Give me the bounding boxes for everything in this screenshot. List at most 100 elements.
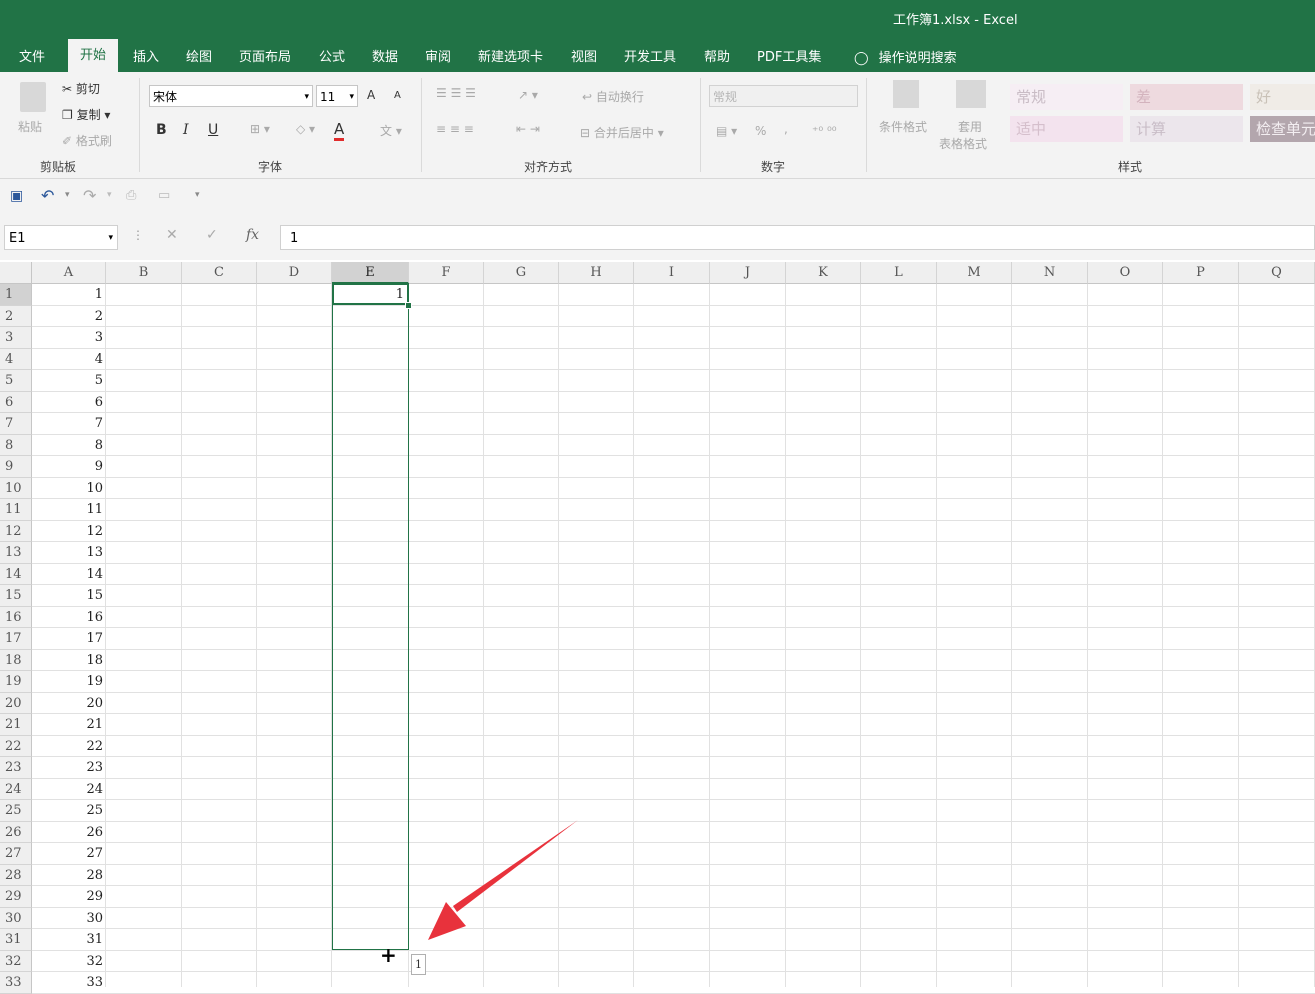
row-header[interactable]: 4 xyxy=(0,348,32,370)
shrink-font-button[interactable]: A xyxy=(394,90,401,101)
row-header[interactable]: 32 xyxy=(0,950,32,972)
style-neutral[interactable]: 适中 xyxy=(1010,116,1123,142)
font-name-select[interactable]: 宋体 ▾ xyxy=(149,85,313,107)
tab-new-tab[interactable]: 新建选项卡 xyxy=(478,46,543,65)
row-header[interactable]: 15 xyxy=(0,585,32,607)
border-icon[interactable]: ⊞ ▾ xyxy=(250,122,270,136)
column-header-a[interactable]: A xyxy=(32,262,106,284)
table-format-line2[interactable]: 表格格式 xyxy=(939,135,987,152)
cell-a[interactable]: 23 xyxy=(32,757,103,778)
cell-a[interactable]: 2 xyxy=(32,306,103,327)
row-header[interactable]: 23 xyxy=(0,757,32,779)
tab-formulas[interactable]: 公式 xyxy=(319,46,345,65)
format-painter-button[interactable]: ✐ 格式刷 xyxy=(62,132,112,149)
chevron-down-icon[interactable]: ▾ xyxy=(107,190,112,200)
row-header[interactable]: 9 xyxy=(0,456,32,478)
cell-a[interactable]: 18 xyxy=(32,650,103,671)
tab-data[interactable]: 数据 xyxy=(372,46,398,65)
row-header[interactable]: 12 xyxy=(0,520,32,542)
column-header-o[interactable]: O xyxy=(1088,262,1163,284)
tab-view[interactable]: 视图 xyxy=(571,46,597,65)
paste-button[interactable]: 粘贴 xyxy=(18,118,42,135)
comma-button[interactable]: , xyxy=(784,122,788,136)
cell-a[interactable]: 21 xyxy=(32,714,103,735)
cell-a[interactable]: 22 xyxy=(32,736,103,757)
font-size-select[interactable]: 11 ▾ xyxy=(316,85,358,107)
column-header-p[interactable]: P xyxy=(1163,262,1239,284)
row-header[interactable]: 17 xyxy=(0,628,32,650)
cell-a[interactable]: 20 xyxy=(32,693,103,714)
cell-a[interactable]: 33 xyxy=(32,972,103,993)
cell-a[interactable]: 28 xyxy=(32,865,103,886)
print-preview-icon[interactable]: ⎙ xyxy=(126,188,136,203)
cell-a[interactable]: 14 xyxy=(32,564,103,585)
enter-button[interactable]: ✓ xyxy=(206,227,218,243)
row-header[interactable]: 30 xyxy=(0,907,32,929)
row-header[interactable]: 2 xyxy=(0,305,32,327)
cell-a[interactable]: 7 xyxy=(32,413,103,434)
cell-a[interactable]: 27 xyxy=(32,843,103,864)
column-header-k[interactable]: K xyxy=(786,262,861,284)
indent-icon[interactable]: ⇤ ⇥ xyxy=(516,122,540,136)
customize-qat-icon[interactable]: ▾ xyxy=(195,190,200,200)
cell-a[interactable]: 1 xyxy=(32,284,103,305)
formula-input[interactable]: 1 xyxy=(280,225,1315,250)
cell-a[interactable]: 5 xyxy=(32,370,103,391)
column-header-b[interactable]: B xyxy=(106,262,182,284)
column-header-f[interactable]: F xyxy=(409,262,484,284)
cell-a[interactable]: 13 xyxy=(32,542,103,563)
row-header[interactable]: 16 xyxy=(0,606,32,628)
row-header[interactable]: 22 xyxy=(0,735,32,757)
cell-a[interactable]: 11 xyxy=(32,499,103,520)
cell-a[interactable]: 17 xyxy=(32,628,103,649)
row-header[interactable]: 29 xyxy=(0,886,32,908)
cell-a[interactable]: 4 xyxy=(32,349,103,370)
percent-button[interactable]: % xyxy=(755,124,766,138)
orientation-icon[interactable]: ↗ ▾ xyxy=(518,88,538,102)
column-header-d[interactable]: D xyxy=(257,262,332,284)
wrap-text-button[interactable]: ↩ 自动换行 xyxy=(582,88,644,105)
row-header[interactable]: 6 xyxy=(0,391,32,413)
row-header[interactable]: 21 xyxy=(0,714,32,736)
row-header[interactable]: 13 xyxy=(0,542,32,564)
insert-function-button[interactable]: fx xyxy=(246,227,259,243)
cell-a[interactable]: 12 xyxy=(32,521,103,542)
style-normal[interactable]: 常规 xyxy=(1010,84,1123,110)
cell-a[interactable]: 19 xyxy=(32,671,103,692)
phonetic-button[interactable]: 文 ▾ xyxy=(380,122,402,139)
row-header[interactable]: 24 xyxy=(0,778,32,800)
cell-a[interactable]: 3 xyxy=(32,327,103,348)
style-bad[interactable]: 差 xyxy=(1130,84,1243,110)
cell-a[interactable]: 25 xyxy=(32,800,103,821)
row-header[interactable]: 3 xyxy=(0,327,32,349)
column-header-e[interactable]: E xyxy=(332,262,409,284)
column-header-i[interactable]: I xyxy=(634,262,710,284)
tab-insert[interactable]: 插入 xyxy=(133,46,159,65)
column-header-j[interactable]: J xyxy=(710,262,786,284)
chevron-down-icon[interactable]: ▾ xyxy=(65,190,70,200)
merge-center-button[interactable]: ⊟ 合并后居中 ▾ xyxy=(580,124,664,141)
cell-a[interactable]: 26 xyxy=(32,822,103,843)
column-header-g[interactable]: G xyxy=(484,262,559,284)
row-header[interactable]: 20 xyxy=(0,692,32,714)
row-header[interactable]: 18 xyxy=(0,649,32,671)
cell-a[interactable]: 31 xyxy=(32,929,103,950)
row-header[interactable]: 25 xyxy=(0,800,32,822)
copy-button[interactable]: ❐ 复制 ▾ xyxy=(62,106,110,123)
row-header[interactable]: 14 xyxy=(0,563,32,585)
select-all-corner[interactable] xyxy=(0,262,32,284)
tab-review[interactable]: 审阅 xyxy=(425,46,451,65)
cell-a[interactable]: 32 xyxy=(32,951,103,972)
row-header[interactable]: 11 xyxy=(0,499,32,521)
font-color-button[interactable]: A xyxy=(334,120,345,141)
column-header-m[interactable]: M xyxy=(937,262,1012,284)
tab-pdf-tools[interactable]: PDF工具集 xyxy=(757,46,821,65)
style-calculation[interactable]: 计算 xyxy=(1130,116,1243,142)
row-header[interactable]: 7 xyxy=(0,413,32,435)
number-format-select[interactable]: 常规 xyxy=(709,85,858,107)
underline-button[interactable]: U xyxy=(208,122,218,138)
cell-a[interactable]: 24 xyxy=(32,779,103,800)
row-header[interactable]: 27 xyxy=(0,843,32,865)
cell-a[interactable]: 10 xyxy=(32,478,103,499)
form-icon[interactable]: ▭ xyxy=(158,188,170,203)
